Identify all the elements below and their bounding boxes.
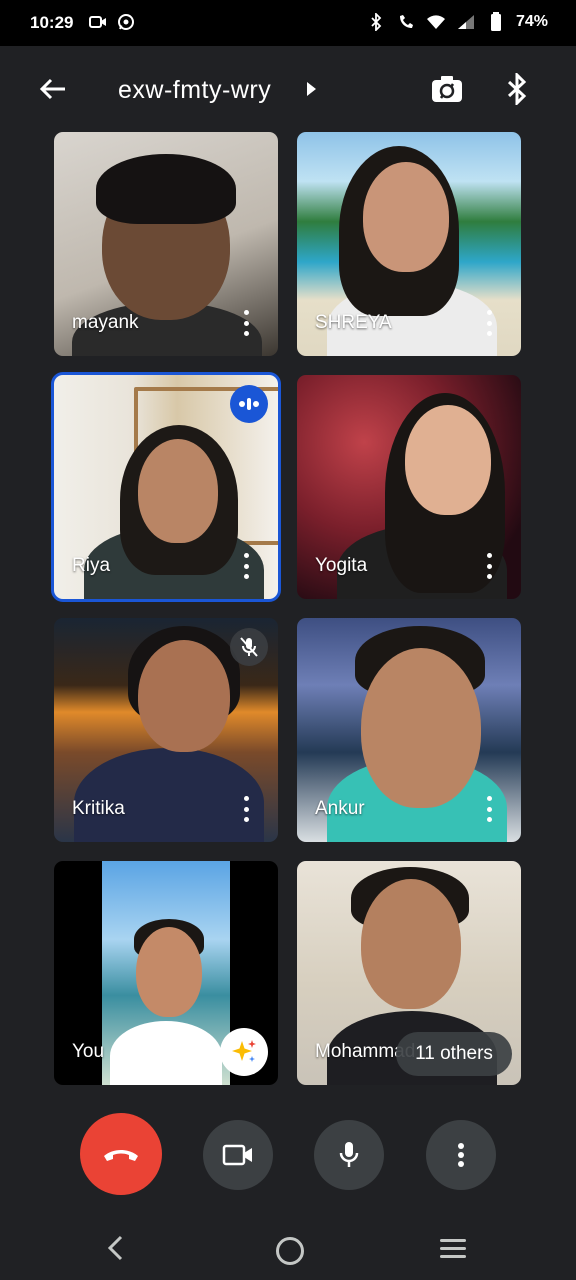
audio-level-icon — [239, 398, 259, 410]
more-vert-icon — [458, 1143, 464, 1167]
participant-tile-mayank[interactable]: mayank — [54, 132, 278, 356]
whatsapp-icon — [116, 12, 136, 32]
audio-output-button[interactable] — [498, 70, 536, 108]
status-bar: 10:29 74% — [0, 0, 576, 46]
tile-more-button[interactable] — [242, 796, 250, 822]
mic-icon — [339, 1142, 359, 1167]
participant-name: Ankur — [315, 798, 365, 819]
person-shape — [405, 405, 491, 515]
more-options-button[interactable] — [426, 1120, 496, 1190]
video-call-notification-icon — [88, 12, 108, 32]
wifi-icon — [426, 12, 446, 32]
wifi-calling-icon — [396, 12, 416, 32]
mic-toggle-button[interactable] — [314, 1120, 384, 1190]
participant-name: You — [72, 1041, 105, 1062]
tile-more-button[interactable] — [485, 553, 493, 579]
others-count-chip[interactable]: 11 others — [396, 1032, 512, 1076]
person-shape — [361, 879, 461, 1009]
meeting-code[interactable]: exw-fmty-wry — [118, 76, 271, 105]
participant-name: Kritika — [72, 798, 125, 819]
tile-more-button[interactable] — [242, 310, 250, 336]
system-navigation-bar — [0, 1205, 576, 1280]
signal-icon — [456, 12, 476, 32]
nav-home-icon[interactable] — [276, 1237, 304, 1265]
tile-more-button[interactable] — [485, 310, 493, 336]
person-shape — [110, 1021, 222, 1085]
person-shape — [363, 162, 449, 272]
nav-recents-icon[interactable] — [440, 1239, 466, 1258]
videocam-icon — [222, 1144, 252, 1166]
participant-tile-kritika[interactable]: Kritika — [54, 618, 278, 842]
person-shape — [361, 648, 481, 808]
participant-name: SHREYA — [315, 312, 392, 333]
person-shape — [96, 154, 236, 224]
bluetooth-status-icon — [366, 12, 386, 32]
participant-tile-shreya[interactable]: SHREYA — [297, 132, 521, 356]
effects-button[interactable] — [220, 1028, 268, 1076]
bluetooth-icon — [507, 73, 527, 105]
participant-name: Riya — [72, 555, 111, 576]
caret-right-icon[interactable] — [304, 80, 318, 98]
participant-name: mayank — [72, 312, 139, 333]
end-call-button[interactable] — [80, 1113, 162, 1195]
participant-tile-yogita[interactable]: Yogita — [297, 375, 521, 599]
switch-camera-button[interactable] — [428, 70, 466, 108]
back-button[interactable] — [34, 70, 72, 108]
participant-name: Yogita — [315, 555, 368, 576]
meeting-header: exw-fmty-wry — [0, 46, 576, 132]
speaking-indicator — [230, 385, 268, 423]
battery-percent: 74% — [515, 13, 548, 30]
battery-icon — [486, 12, 506, 32]
call-end-icon — [104, 1150, 138, 1161]
person-shape — [136, 927, 202, 1017]
muted-indicator — [230, 628, 268, 666]
switch-camera-icon — [432, 76, 462, 102]
camera-toggle-button[interactable] — [203, 1120, 273, 1190]
status-time: 10:29 — [30, 13, 74, 32]
person-shape — [138, 640, 230, 752]
tile-more-button[interactable] — [242, 553, 250, 579]
person-shape — [138, 439, 218, 543]
participant-tile-ankur[interactable]: Ankur — [297, 618, 521, 842]
mic-off-icon — [240, 637, 258, 657]
nav-back-icon[interactable] — [106, 1235, 124, 1261]
participant-tile-riya[interactable]: Riya — [51, 372, 281, 602]
arrow-left-icon — [39, 78, 65, 100]
sparkle-effects-icon — [232, 1040, 256, 1062]
tile-more-button[interactable] — [485, 796, 493, 822]
